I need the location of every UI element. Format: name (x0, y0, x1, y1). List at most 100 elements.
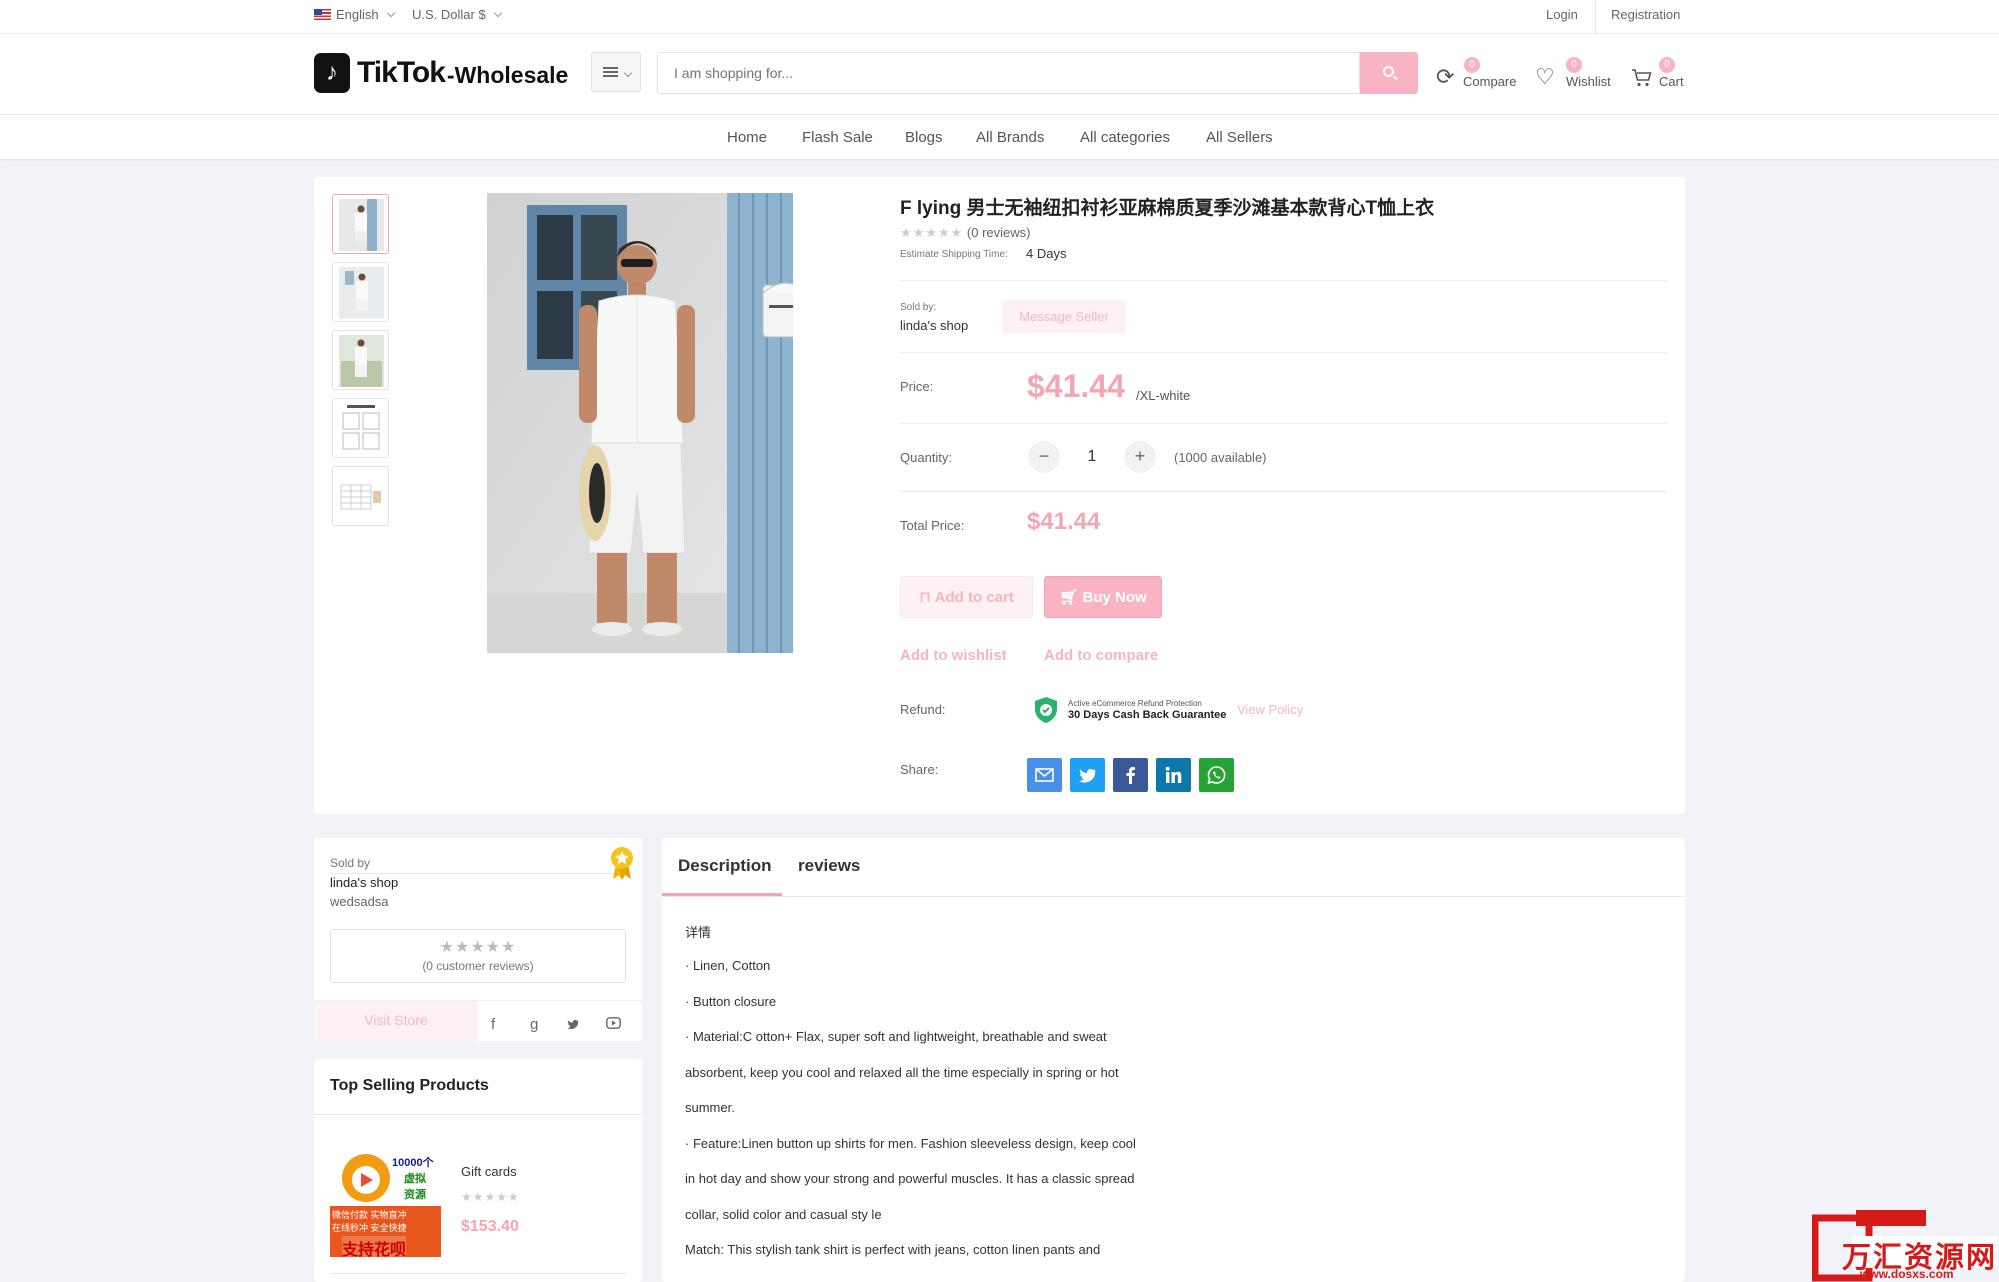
share-email-button[interactable] (1027, 758, 1062, 792)
product-photo (487, 193, 793, 653)
product-main-image[interactable] (487, 193, 793, 653)
search-input[interactable] (657, 52, 1360, 94)
price-value: $41.44 (1027, 368, 1125, 404)
message-seller-button[interactable]: Message Seller (1002, 300, 1126, 333)
quantity-label: Quantity: (900, 450, 953, 465)
quantity-input[interactable]: 1 (1085, 448, 1099, 466)
share-facebook-button[interactable] (1113, 758, 1148, 792)
top-selling-product-stars: ★★★★★ (461, 1190, 520, 1204)
divider (1595, 0, 1596, 34)
logo-text: TikTok (357, 56, 446, 89)
thumbnail-4[interactable] (332, 398, 389, 458)
nav-all-sellers[interactable]: All Sellers (1206, 129, 1273, 146)
add-to-cart-label: Add to cart (934, 589, 1014, 606)
product-thumbnail-image (339, 267, 384, 319)
cart-button[interactable]: 0 Cart (1631, 54, 1686, 94)
quantity-decrease-button[interactable]: − (1028, 441, 1060, 473)
thumbnail-1[interactable] (332, 194, 389, 254)
refresh-icon: ⟳ (1436, 64, 1455, 89)
nav-flash-sale[interactable]: Flash Sale (802, 129, 873, 146)
description-line: · Feature:Linen button up shirts for men… (685, 1136, 1136, 1151)
chevron-down-icon (623, 68, 633, 78)
total-price-value: $41.44 (1027, 508, 1101, 535)
top-selling-product-name[interactable]: Gift cards (461, 1164, 517, 1179)
cart-icon (1632, 69, 1652, 87)
visit-store-button[interactable]: Visit Store (314, 1000, 478, 1041)
wishlist-label: Wishlist (1566, 74, 1611, 89)
gift-card-text-3: 资源 (404, 1189, 426, 1201)
add-to-cart-button[interactable]: ⊓ Add to cart (900, 576, 1033, 618)
seller-rating-box: ★★★★★ (0 customer reviews) (330, 929, 626, 983)
description-line: Match: This stylish tank shirt is perfec… (685, 1242, 1101, 1257)
seller-sub: wedsadsa (330, 894, 389, 909)
google-plus-icon[interactable]: g (530, 1016, 538, 1033)
divider (314, 1114, 642, 1115)
nav-all-brands[interactable]: All Brands (976, 129, 1044, 146)
site-logo[interactable]: ♪ TikTok -Wholesale (314, 53, 568, 93)
product-thumbnail-image (339, 403, 384, 455)
share-twitter-button[interactable] (1070, 758, 1105, 792)
description-line: · Button closure (685, 994, 777, 1009)
currency-selector[interactable]: U.S. Dollar $ (412, 7, 502, 22)
thumbnail-2[interactable] (332, 262, 389, 322)
wishlist-button[interactable]: ♡ 0 Wishlist (1535, 54, 1615, 94)
top-selling-product-price: $153.40 (461, 1218, 519, 1235)
view-policy-link[interactable]: View Policy (1237, 702, 1303, 717)
compare-button[interactable]: ⟳ 0 Compare (1436, 54, 1516, 94)
buy-now-button[interactable]: 🛒︎ Buy Now (1044, 576, 1162, 618)
header: ♪ TikTok -Wholesale ⟳ 0 Compare ♡ 0 Wish… (0, 34, 1999, 115)
tab-description[interactable]: Description (678, 856, 772, 876)
add-to-compare-link[interactable]: Add to compare (1044, 647, 1158, 664)
description-line: · Material:C otton+ Flax, super soft and… (685, 1029, 1107, 1044)
top-bar: English U.S. Dollar $ Login Registration (0, 0, 1999, 34)
description-line: in hot day and show your strong and powe… (685, 1171, 1135, 1186)
twitter-icon[interactable] (566, 1018, 580, 1030)
language-label: English (336, 7, 379, 22)
category-menu-button[interactable] (591, 52, 641, 92)
gift-card-text-4: 微信付款 实物直冲 (332, 1210, 407, 1220)
cart-label: Cart (1659, 74, 1684, 89)
review-count[interactable]: (0 reviews) (967, 225, 1031, 240)
tiktok-logo-icon: ♪ (314, 53, 350, 93)
registration-link[interactable]: Registration (1611, 7, 1680, 22)
buy-now-label: Buy Now (1082, 589, 1147, 606)
divider (900, 423, 1667, 424)
language-selector[interactable]: English (314, 7, 395, 22)
quantity-increase-button[interactable]: + (1124, 441, 1156, 473)
chevron-down-icon (493, 8, 502, 17)
tab-reviews[interactable]: reviews (798, 856, 860, 876)
divider (330, 1273, 626, 1274)
gift-card-image[interactable]: 10000个 虚拟 资源 微信付款 实物直冲 在线秒冲 安全快捷 支持花呗 (330, 1150, 441, 1257)
share-linkedin-button[interactable] (1156, 758, 1191, 792)
product-title: F lying 男士无袖纽扣衬衫亚麻棉质夏季沙滩基本款背心T恤上衣 (900, 198, 1435, 219)
gift-card-text-2: 虚拟 (404, 1173, 426, 1185)
gift-card-text-5: 在线秒冲 安全快捷 (332, 1223, 407, 1233)
seller-name[interactable]: linda's shop (330, 875, 398, 890)
facebook-icon[interactable]: f (491, 1016, 495, 1033)
nav-blogs[interactable]: Blogs (905, 129, 943, 146)
shipping-label: Estimate Shipping Time: (900, 249, 1008, 260)
thumbnail-3[interactable] (332, 330, 389, 390)
gift-card-text-1: 10000个 (392, 1157, 434, 1169)
share-whatsapp-button[interactable] (1199, 758, 1234, 792)
add-to-wishlist-link[interactable]: Add to wishlist (900, 647, 1007, 664)
nav-home[interactable]: Home (727, 129, 767, 146)
divider (314, 1000, 642, 1001)
login-link[interactable]: Login (1546, 7, 1578, 22)
shop-name[interactable]: linda's shop (900, 318, 968, 333)
price-label: Price: (900, 379, 934, 394)
main-nav: Home Flash Sale Blogs All Brands All cat… (0, 115, 1999, 160)
description-line: 详情 (685, 925, 712, 940)
top-selling-title: Top Selling Products (330, 1077, 489, 1094)
refund-label: Refund: (900, 702, 946, 717)
variant-label: /XL-white (1136, 388, 1191, 403)
chevron-down-icon (386, 8, 395, 17)
share-label: Share: (900, 762, 939, 777)
thumbnail-5[interactable] (332, 466, 389, 526)
total-price-label: Total Price: (900, 518, 965, 533)
shield-check-icon (1035, 697, 1057, 723)
description-line: absorbent, keep you cool and relaxed all… (685, 1065, 1119, 1080)
youtube-icon[interactable] (606, 1017, 621, 1029)
nav-all-categories[interactable]: All categories (1080, 129, 1170, 146)
search-button[interactable] (1360, 52, 1418, 94)
